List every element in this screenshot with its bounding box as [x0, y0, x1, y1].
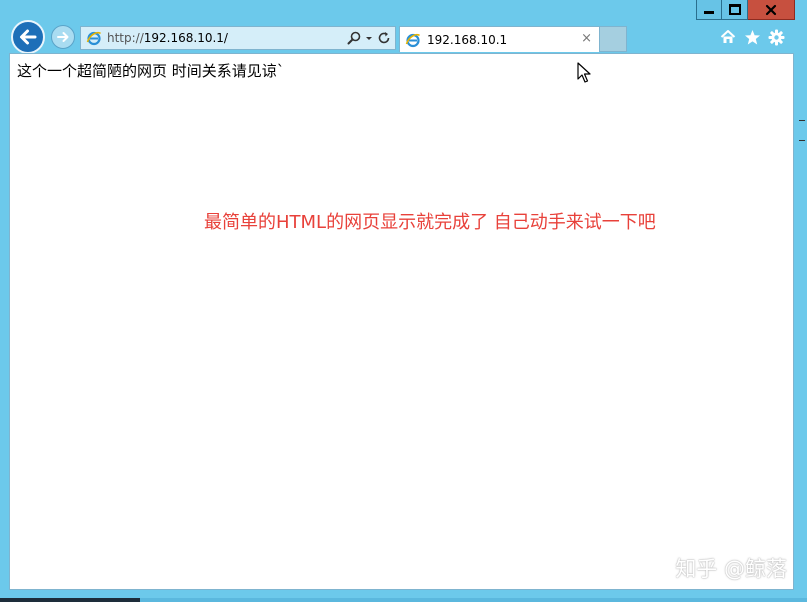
headline-text: 最简单的HTML的网页显示就完成了 自己动手来试一下吧 — [204, 212, 656, 233]
address-host: 192.168.10.1/ — [143, 31, 228, 45]
forward-arrow-icon — [57, 32, 69, 42]
back-arrow-icon — [20, 29, 37, 45]
close-icon — [765, 4, 777, 15]
favorites-star-icon — [744, 29, 760, 44]
tab-current[interactable]: 192.168.10.1 × — [399, 26, 600, 52]
minimize-icon — [704, 11, 714, 14]
new-tab-button[interactable] — [600, 26, 627, 52]
minimize-button[interactable] — [696, 0, 722, 20]
search-icon[interactable] — [347, 31, 361, 45]
background-window-edge — [795, 120, 807, 180]
back-button[interactable] — [11, 20, 45, 54]
home-icon — [720, 30, 736, 43]
tab-close-button[interactable]: × — [581, 32, 592, 46]
refresh-icon[interactable] — [377, 31, 391, 45]
ie-icon — [86, 30, 102, 46]
ie-icon — [405, 32, 421, 48]
dropdown-icon[interactable] — [365, 31, 373, 45]
close-button[interactable] — [748, 0, 795, 20]
address-protocol: http:// — [107, 31, 144, 45]
page-viewport: 这个一个超简陋的网页 时间关系请见谅` 最简单的HTML的网页显示就完成了 自己… — [9, 53, 794, 590]
watermark: 知乎 @鲸落 — [675, 557, 787, 581]
maximize-icon — [728, 4, 741, 15]
settings-button[interactable] — [767, 28, 785, 46]
taskbar-edge — [0, 598, 140, 602]
address-bar[interactable]: http://192.168.10.1/ — [80, 26, 396, 50]
tab-title: 192.168.10.1 — [427, 32, 508, 47]
settings-gear-icon — [768, 29, 784, 45]
home-button[interactable] — [719, 28, 737, 46]
favorites-button[interactable] — [743, 28, 761, 46]
address-url[interactable]: http://192.168.10.1/ — [107, 31, 228, 45]
address-tools — [347, 30, 391, 46]
mouse-cursor-icon — [577, 62, 591, 83]
maximize-button[interactable] — [722, 0, 748, 20]
forward-button[interactable] — [51, 25, 75, 49]
intro-text: 这个一个超简陋的网页 时间关系请见谅` — [17, 62, 285, 80]
